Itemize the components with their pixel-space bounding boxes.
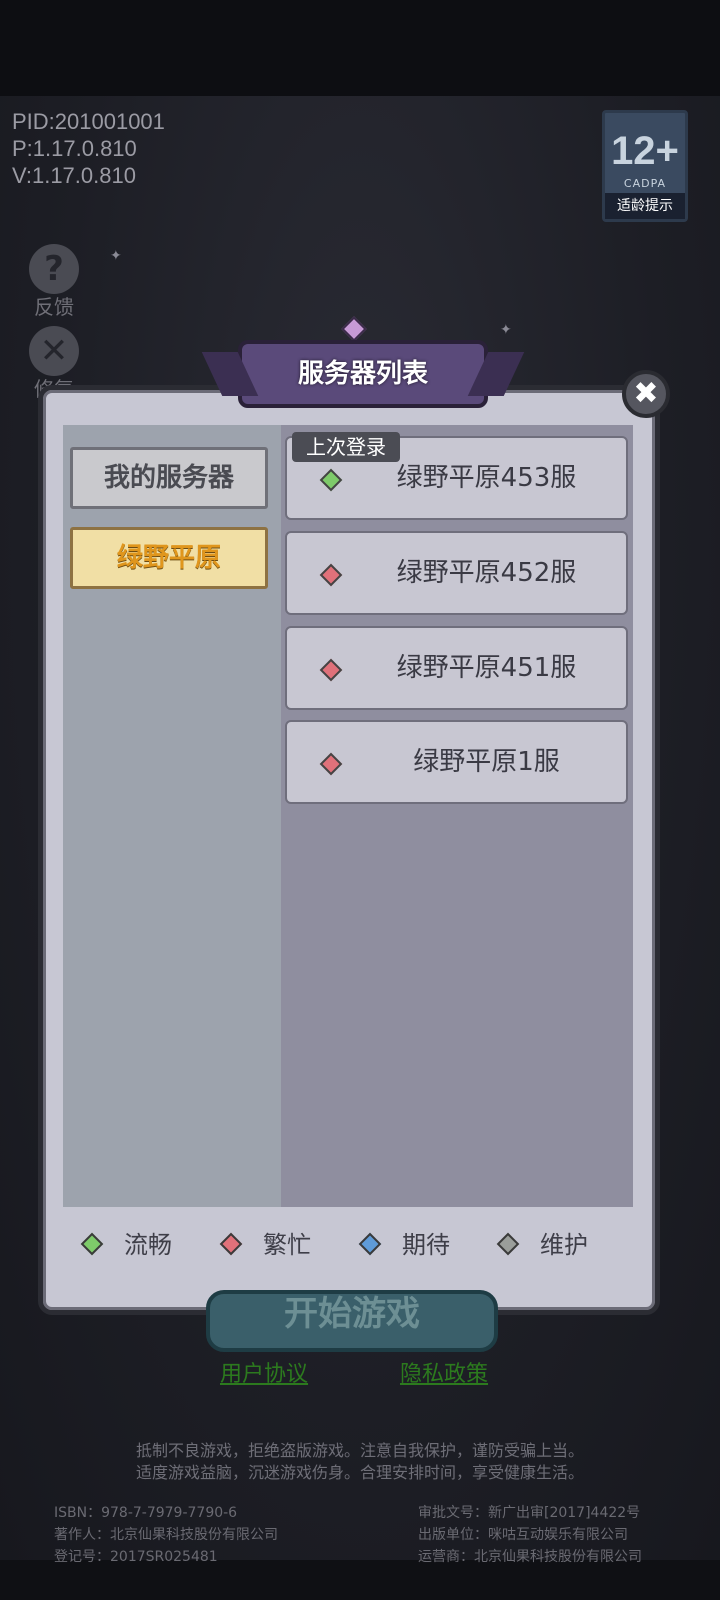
dialog-title: 服务器列表 (297, 359, 428, 389)
status-red-icon (319, 752, 343, 776)
health-notice-line: 适度游戏益脑，沉迷游戏伤身。合理安排时间，享受健康生活。 (135, 1463, 584, 1482)
status-green-icon (80, 1232, 104, 1256)
age-rating-tip: 适龄提示 (605, 193, 685, 219)
age-rating-org: CADPA (623, 177, 667, 190)
last-login-tag: 上次登录 (292, 432, 400, 462)
status-red-icon (219, 1232, 243, 1256)
server-name: 绿野平原451服 (396, 653, 577, 683)
status-red-icon (319, 658, 343, 682)
category-green-plains[interactable]: 绿野平原 (70, 527, 268, 589)
sparkle-icon: ✦ (110, 248, 122, 264)
close-button[interactable]: ✖ (622, 370, 670, 418)
legend-smooth: 流畅 (80, 1228, 172, 1262)
sparkle-icon: ✦ (500, 322, 512, 338)
server-name: 绿野平原1服 (413, 747, 560, 777)
close-icon: ✖ (633, 376, 659, 411)
legend-label: 繁忙 (263, 1231, 311, 1259)
start-game-button[interactable]: 开始游戏 (206, 1290, 498, 1352)
privacy-policy-link[interactable]: 隐私政策 (400, 1356, 488, 1388)
legend-label: 期待 (402, 1231, 450, 1259)
operator-text: 运营商：北京仙果科技股份有限公司 (418, 1549, 642, 1565)
v-version-text: V:1.17.0.810 (12, 163, 136, 188)
age-rating-badge: 12+ CADPA 适龄提示 (602, 110, 688, 222)
question-icon: ? (29, 244, 79, 294)
registration-text: 登记号：2017SR025481 (54, 1549, 218, 1565)
approval-text: 审批文号：新广出审[2017]4422号 (418, 1505, 641, 1521)
version-info: PID:201001001 P:1.17.0.810 V:1.17.0.810 (12, 108, 165, 189)
status-blue-icon (358, 1232, 382, 1256)
status-green-icon (319, 468, 343, 492)
status-red-icon (319, 563, 343, 587)
legend-busy: 繁忙 (219, 1228, 311, 1262)
age-rating-value: 12+ (611, 129, 679, 173)
legend-label: 流畅 (124, 1231, 172, 1259)
feedback-label: 反馈 (34, 295, 74, 319)
isbn-text: ISBN：978-7-7979-7790-6 (54, 1505, 238, 1521)
user-agreement-link[interactable]: 用户协议 (220, 1356, 308, 1388)
server-name: 绿野平原452服 (396, 558, 577, 588)
legend-maintenance: 维护 (496, 1228, 588, 1262)
legend-upcoming: 期待 (358, 1228, 450, 1262)
author-text: 著作人：北京仙果科技股份有限公司 (54, 1527, 278, 1543)
feedback-button[interactable]: ? 反馈 (26, 244, 82, 320)
server-item[interactable]: 绿野平原451服 (285, 626, 628, 710)
status-gray-icon (496, 1232, 520, 1256)
legend-label: 维护 (540, 1231, 588, 1259)
category-my-servers[interactable]: 我的服务器 (70, 447, 268, 509)
top-band (0, 0, 720, 96)
p-version-text: P:1.17.0.810 (12, 136, 137, 161)
pid-text: PID:201001001 (12, 109, 165, 134)
dialog-title-banner: 服务器列表 (238, 340, 488, 408)
start-game-label: 开始游戏 (284, 1294, 420, 1334)
server-item[interactable]: 绿野平原452服 (285, 531, 628, 615)
tools-icon: ✕ (29, 326, 79, 376)
server-item[interactable]: 绿野平原1服 (285, 720, 628, 804)
publisher-text: 出版单位：咪咕互动娱乐有限公司 (418, 1527, 628, 1543)
health-notice-line: 抵制不良游戏，拒绝盗版游戏。注意自我保护，谨防受骗上当。 (135, 1441, 584, 1460)
